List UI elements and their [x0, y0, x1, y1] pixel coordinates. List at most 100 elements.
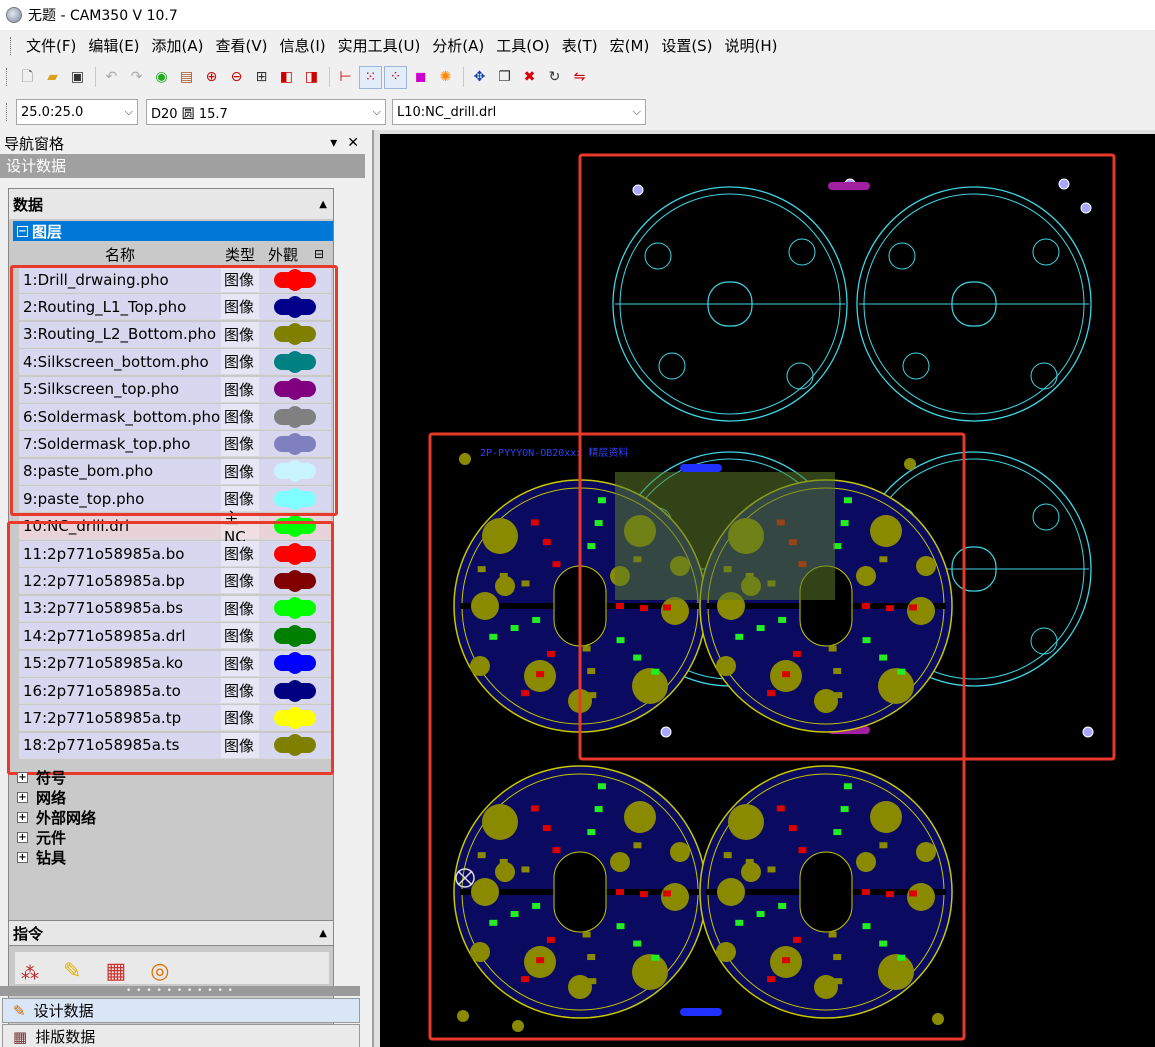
routing-hole: [902, 352, 930, 380]
target-command-icon[interactable]: ◎: [150, 959, 169, 984]
collapse-up-icon[interactable]: ▲: [319, 199, 327, 210]
pcb-component: [616, 637, 625, 644]
menu-settings[interactable]: 设置(S): [655, 33, 718, 59]
combobar-grip[interactable]: [6, 103, 9, 121]
pcb-pad: [471, 592, 499, 620]
zoom-in-icon[interactable]: ⊕: [200, 66, 223, 89]
pencil-command-icon[interactable]: ✎: [63, 959, 81, 984]
pcb-component: [885, 891, 894, 898]
fiducial-mark: [828, 182, 870, 190]
routing-hole: [786, 362, 814, 390]
pcb-component: [587, 543, 596, 550]
pcb-cutout: [799, 851, 853, 933]
grid-select-value: 25.0:25.0: [21, 104, 84, 120]
pcb-component: [651, 668, 660, 675]
pcb-component: [633, 654, 642, 661]
menubar-grip[interactable]: [10, 36, 13, 55]
routing-hole: [1030, 627, 1058, 655]
pin-icon[interactable]: ▾: [330, 135, 337, 151]
menu-help[interactable]: 说明(H): [719, 33, 784, 59]
link-icon[interactable]: ⊟: [307, 247, 331, 261]
tree-node-layers[interactable]: − 图层: [13, 221, 333, 241]
rotate-icon[interactable]: ↻: [543, 66, 566, 89]
pcb-component: [862, 857, 871, 864]
tree-node-nets[interactable]: + 网络: [17, 787, 66, 807]
menu-edit[interactable]: 编辑(E): [82, 33, 145, 59]
copy-icon[interactable]: ❐: [493, 66, 516, 89]
pcb-component: [782, 957, 791, 964]
pcb-component: [594, 806, 603, 813]
expand-icon[interactable]: +: [17, 851, 28, 863]
toolbar-grip[interactable]: [6, 68, 9, 86]
pcb-component: [843, 497, 852, 504]
expand-icon[interactable]: +: [17, 791, 28, 803]
pcb-component: [879, 940, 888, 947]
pcb-component: [828, 645, 837, 652]
zoom-all-icon[interactable]: ◧: [275, 66, 298, 89]
pcb-overlay: [615, 472, 835, 600]
menu-tools[interactable]: 工具(O): [490, 33, 556, 59]
routing-hole: [658, 352, 686, 380]
toolbar-separator: [463, 67, 464, 87]
command-icons: ⁂ ✎ ▦ ◎: [15, 952, 329, 984]
pcb-component: [588, 978, 597, 985]
column-appearance: 外觀: [267, 245, 298, 264]
commands-header[interactable]: 指令 ▲: [8, 920, 334, 946]
zoom-window-icon[interactable]: ⊞: [250, 66, 273, 89]
data-group-header[interactable]: 数据 ▲: [9, 189, 333, 219]
expand-icon[interactable]: +: [17, 811, 28, 823]
tree-node-components-label: 元件: [36, 828, 67, 847]
move-icon[interactable]: ✥: [468, 66, 491, 89]
menu-tables[interactable]: 表(T): [556, 33, 604, 59]
menu-view[interactable]: 查看(V): [210, 33, 274, 59]
panel-command-icon[interactable]: ▦: [105, 959, 126, 984]
origin-icon[interactable]: ⊢: [334, 66, 357, 89]
redraw-icon[interactable]: ◉: [150, 66, 173, 89]
layer-select[interactable]: L10:NC_drill.drl ⌵: [392, 99, 646, 125]
zoom-out-icon[interactable]: ⊖: [225, 66, 248, 89]
drill-command-icon[interactable]: ⁂: [21, 963, 39, 984]
data-group-label: 数据: [13, 195, 44, 214]
collapse-icon[interactable]: −: [17, 225, 28, 237]
grid-select[interactable]: 25.0:25.0 ⌵: [16, 99, 138, 125]
layer-color-icon[interactable]: ◼: [409, 66, 432, 89]
menu-utilities[interactable]: 实用工具(U): [332, 33, 427, 59]
tree-node-symbols[interactable]: + 符号: [17, 767, 66, 787]
redo-icon[interactable]: ↷: [125, 66, 148, 89]
collapse-up-icon[interactable]: ▲: [319, 928, 327, 939]
pcb-canvas[interactable]: 2P-PYYYON-OB20xxx 精层资料: [380, 134, 1155, 1047]
tree-node-layers-label: 图层: [32, 222, 63, 241]
pcb-component: [587, 668, 596, 675]
mirror-icon[interactable]: ⇋: [568, 66, 591, 89]
pcb-component: [616, 889, 624, 895]
highlight-icon[interactable]: ✺: [434, 66, 457, 89]
tree-node-external-nets-label: 外部网络: [36, 808, 97, 827]
menu-add[interactable]: 添加(A): [146, 33, 210, 59]
pane-splitter[interactable]: • • • • • • • • • • •: [0, 986, 360, 996]
grid-snap-icon[interactable]: ⁙: [359, 65, 382, 89]
menu-info[interactable]: 信息(I): [273, 33, 331, 59]
open-folder-icon[interactable]: ▰: [41, 66, 64, 89]
tab-panel-data[interactable]: ▦ 排版数据: [2, 1024, 360, 1047]
pcb-pad: [624, 801, 656, 833]
menu-analysis[interactable]: 分析(A): [426, 33, 490, 59]
tree-node-components[interactable]: + 元件: [17, 827, 66, 847]
grid-display-icon[interactable]: ⁘: [384, 65, 407, 89]
save-icon[interactable]: ▣: [66, 66, 89, 89]
delete-icon[interactable]: ✖: [518, 66, 541, 89]
dcode-select[interactable]: D20 圆 15.7 ⌵: [146, 99, 386, 125]
zoom-previous-icon[interactable]: ◨: [300, 66, 323, 89]
tree-node-drill-tools[interactable]: + 钻具: [17, 847, 66, 867]
new-file-icon[interactable]: 🗋: [16, 66, 39, 89]
print-icon[interactable]: ▤: [175, 66, 198, 89]
menu-file[interactable]: 文件(F): [20, 33, 82, 59]
menu-macro[interactable]: 宏(M): [604, 33, 656, 59]
undo-icon[interactable]: ↶: [100, 66, 123, 89]
expand-icon[interactable]: +: [17, 831, 28, 843]
pcb-component: [662, 890, 671, 897]
close-icon[interactable]: ✕: [347, 135, 359, 151]
panel-fiducial: [512, 1020, 524, 1032]
tab-design-data[interactable]: ✎ 设计数据: [2, 998, 360, 1023]
expand-icon[interactable]: +: [17, 771, 28, 783]
tree-node-external-nets[interactable]: + 外部网络: [17, 807, 96, 827]
